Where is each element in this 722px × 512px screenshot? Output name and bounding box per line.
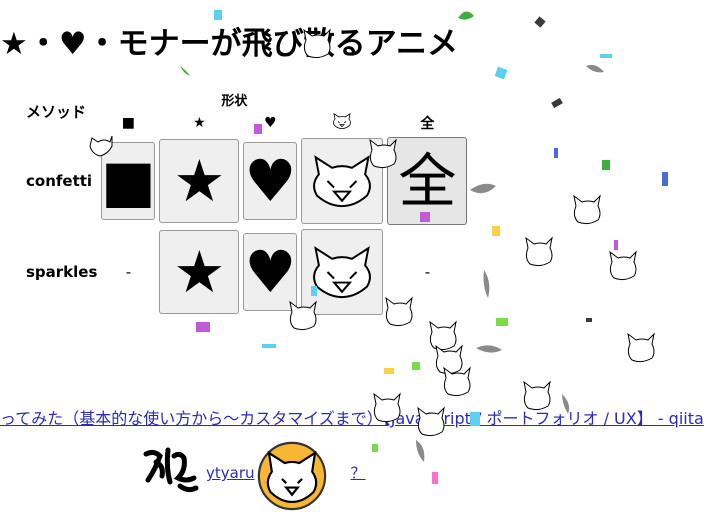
page-title: ★・♥・モナーが飛び散るアニメ — [0, 26, 458, 62]
author-name: ytyaru — [206, 464, 255, 482]
row-label-sparkles: sparkles — [26, 263, 98, 281]
monar-face-icon — [313, 246, 372, 299]
monar-face-icon — [313, 155, 372, 208]
confetti-piece — [494, 66, 508, 80]
confetti-piece — [492, 226, 500, 236]
shape-col-square: ■ — [121, 115, 136, 131]
confetti-square-button[interactable]: ■ — [101, 142, 156, 220]
sparkles-square-empty: - — [125, 263, 132, 281]
author-suffix: ？ — [350, 464, 366, 482]
confetti-piece — [662, 172, 668, 186]
confetti-all-button[interactable]: 全 — [387, 137, 468, 225]
confetti-piece — [432, 472, 438, 484]
shape-header: 形状 — [221, 94, 248, 109]
yaru-logo — [143, 447, 199, 493]
leaf-piece — [458, 11, 474, 20]
confetti-piece — [372, 444, 378, 452]
confetti-piece — [586, 318, 592, 322]
sparkles-star-button[interactable]: ★ — [159, 230, 240, 314]
article-link[interactable]: ってみた（基本的な使い方から〜カスタマイズまで）【JavaScript / ポー… — [0, 409, 704, 428]
shape-method-table: メソッド 形状 ■ ★ ♥ 全 confetti ■ ★ ♥ 全 sparkle… — [18, 86, 471, 319]
confetti-piece — [496, 318, 508, 326]
shape-col-star: ★ — [193, 115, 206, 131]
confetti-piece — [551, 97, 563, 109]
sparkles-monar-button[interactable] — [301, 229, 384, 315]
shape-col-monar — [301, 112, 383, 133]
leaf-piece — [180, 66, 190, 76]
shape-col-all: 全 — [420, 116, 435, 132]
confetti-piece — [614, 240, 618, 250]
sparkles-all-empty: - — [424, 263, 431, 281]
confetti-piece — [602, 160, 610, 170]
confetti-heart-button[interactable]: ♥ — [243, 142, 298, 220]
article-links: ってみた（基本的な使い方から〜カスタマイズまで）【JavaScript / ポー… — [0, 405, 704, 429]
monar-face-icon — [333, 112, 352, 130]
confetti-piece — [534, 16, 546, 28]
shape-col-heart: ♥ — [264, 115, 277, 131]
leaf-piece — [483, 270, 490, 298]
author-avatar — [257, 441, 327, 511]
confetti-piece — [262, 344, 276, 348]
confetti-piece — [600, 54, 612, 58]
author-block: ytyaru ？ — [140, 440, 366, 511]
leaf-piece — [476, 345, 502, 353]
leaf-piece — [470, 183, 496, 194]
leaf-piece — [416, 440, 425, 462]
confetti-star-button[interactable]: ★ — [159, 139, 240, 223]
leaf-piece — [586, 64, 604, 73]
row-label-confetti: confetti — [26, 172, 93, 190]
confetti-piece — [412, 362, 420, 370]
confetti-piece — [384, 368, 394, 374]
confetti-piece — [196, 322, 210, 332]
confetti-monar-button[interactable] — [301, 138, 384, 224]
confetti-piece — [554, 148, 558, 158]
method-header: メソッド — [26, 103, 87, 121]
sparkles-heart-button[interactable]: ♥ — [243, 233, 298, 311]
